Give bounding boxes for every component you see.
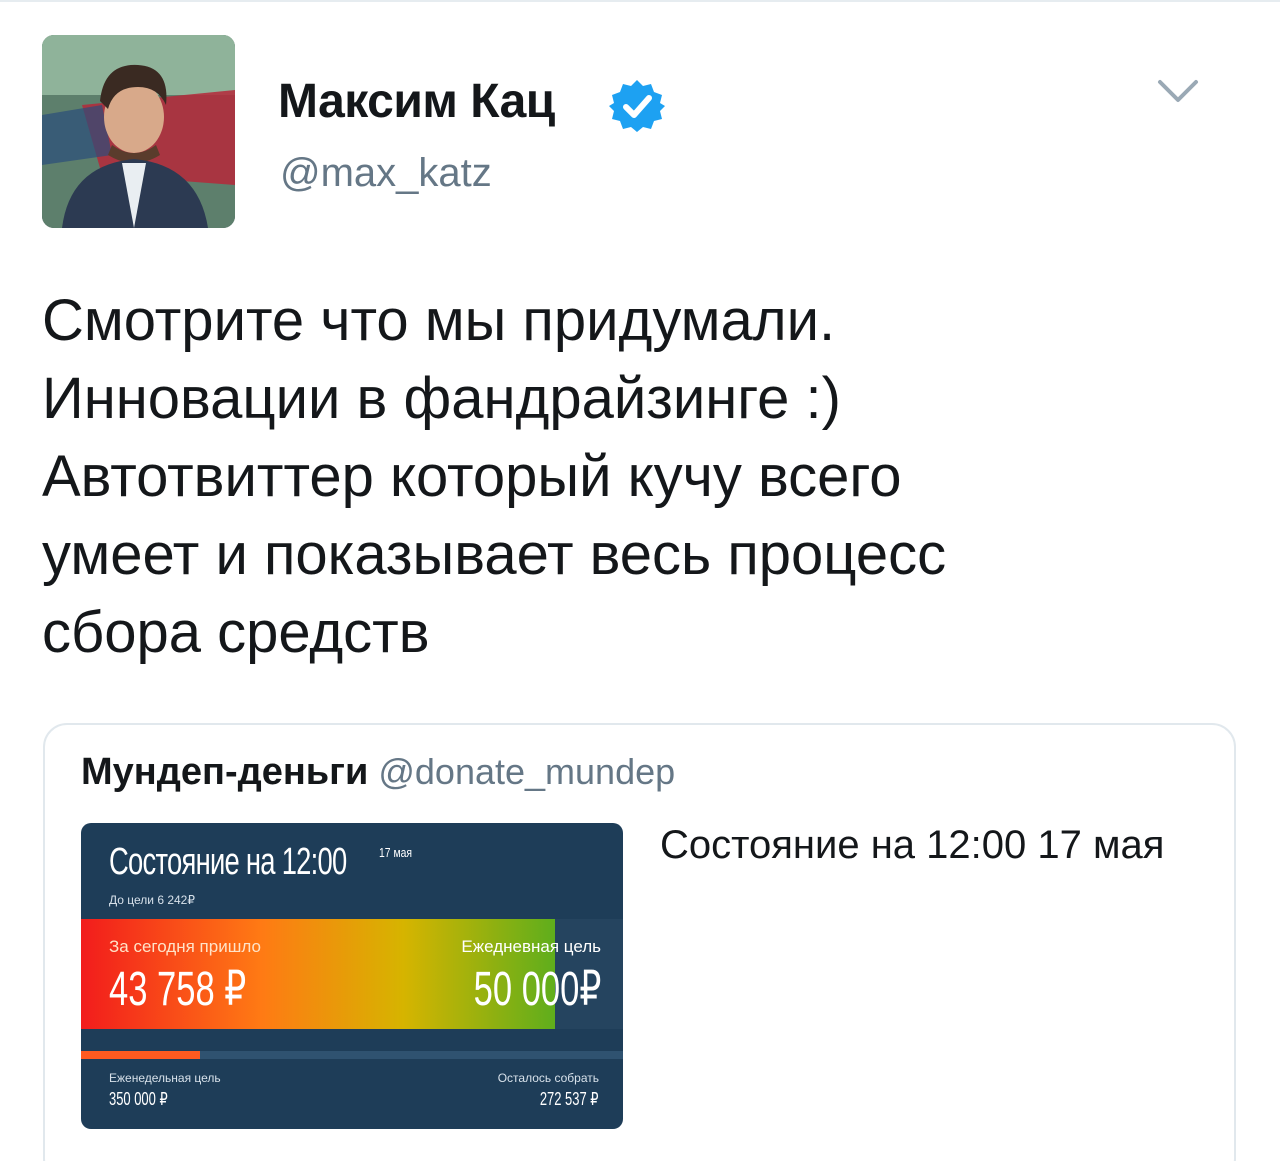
author-name[interactable]: Максим Кац <box>278 72 555 132</box>
image-title: Состояние на 12:00 <box>109 841 347 883</box>
chevron-down-icon[interactable] <box>1150 70 1206 110</box>
weekly-goal-label: Еженедельная цель <box>109 1071 221 1085</box>
quoted-tweet-card[interactable]: Мундеп-деньги @donate_mundep Состояние на… <box>43 723 1236 1161</box>
goal-remaining-text: До цели 6 242₽ <box>109 893 195 907</box>
quoted-author-handle: @donate_mundep <box>378 751 676 792</box>
today-label: За сегодня пришло <box>109 937 261 956</box>
today-value: 43 758 ₽ <box>109 963 247 1016</box>
avatar-photo <box>42 35 235 228</box>
weekly-progress-fill <box>81 1051 201 1059</box>
daily-goal-label: Ежедневная цель <box>461 937 601 956</box>
quoted-tweet-header: Мундеп-деньги @donate_mundep <box>81 751 675 794</box>
daily-goal-value: 50 000₽ <box>473 963 601 1016</box>
quoted-author-name: Мундеп-деньги <box>81 751 369 793</box>
top-divider <box>0 0 1280 2</box>
weekly-progress-track <box>81 1051 623 1059</box>
remaining-label: Осталось собрать <box>497 1071 599 1085</box>
weekly-goal-value: 350 000 ₽ <box>109 1089 168 1109</box>
tweet-text: Смотрите что мы придумали. Инновации в ф… <box>42 288 947 665</box>
avatar[interactable] <box>42 35 235 228</box>
image-date: 17 мая <box>379 845 413 860</box>
remaining-value: 272 537 ₽ <box>540 1089 599 1109</box>
quoted-tweet-image[interactable]: Состояние на 12:00 17 мая До цели 6 242₽… <box>81 823 623 1129</box>
verified-badge-icon <box>609 80 665 132</box>
author-handle[interactable]: @max_katz <box>280 148 492 198</box>
quoted-tweet-text: Состояние на 12:00 17 мая <box>660 823 1165 867</box>
